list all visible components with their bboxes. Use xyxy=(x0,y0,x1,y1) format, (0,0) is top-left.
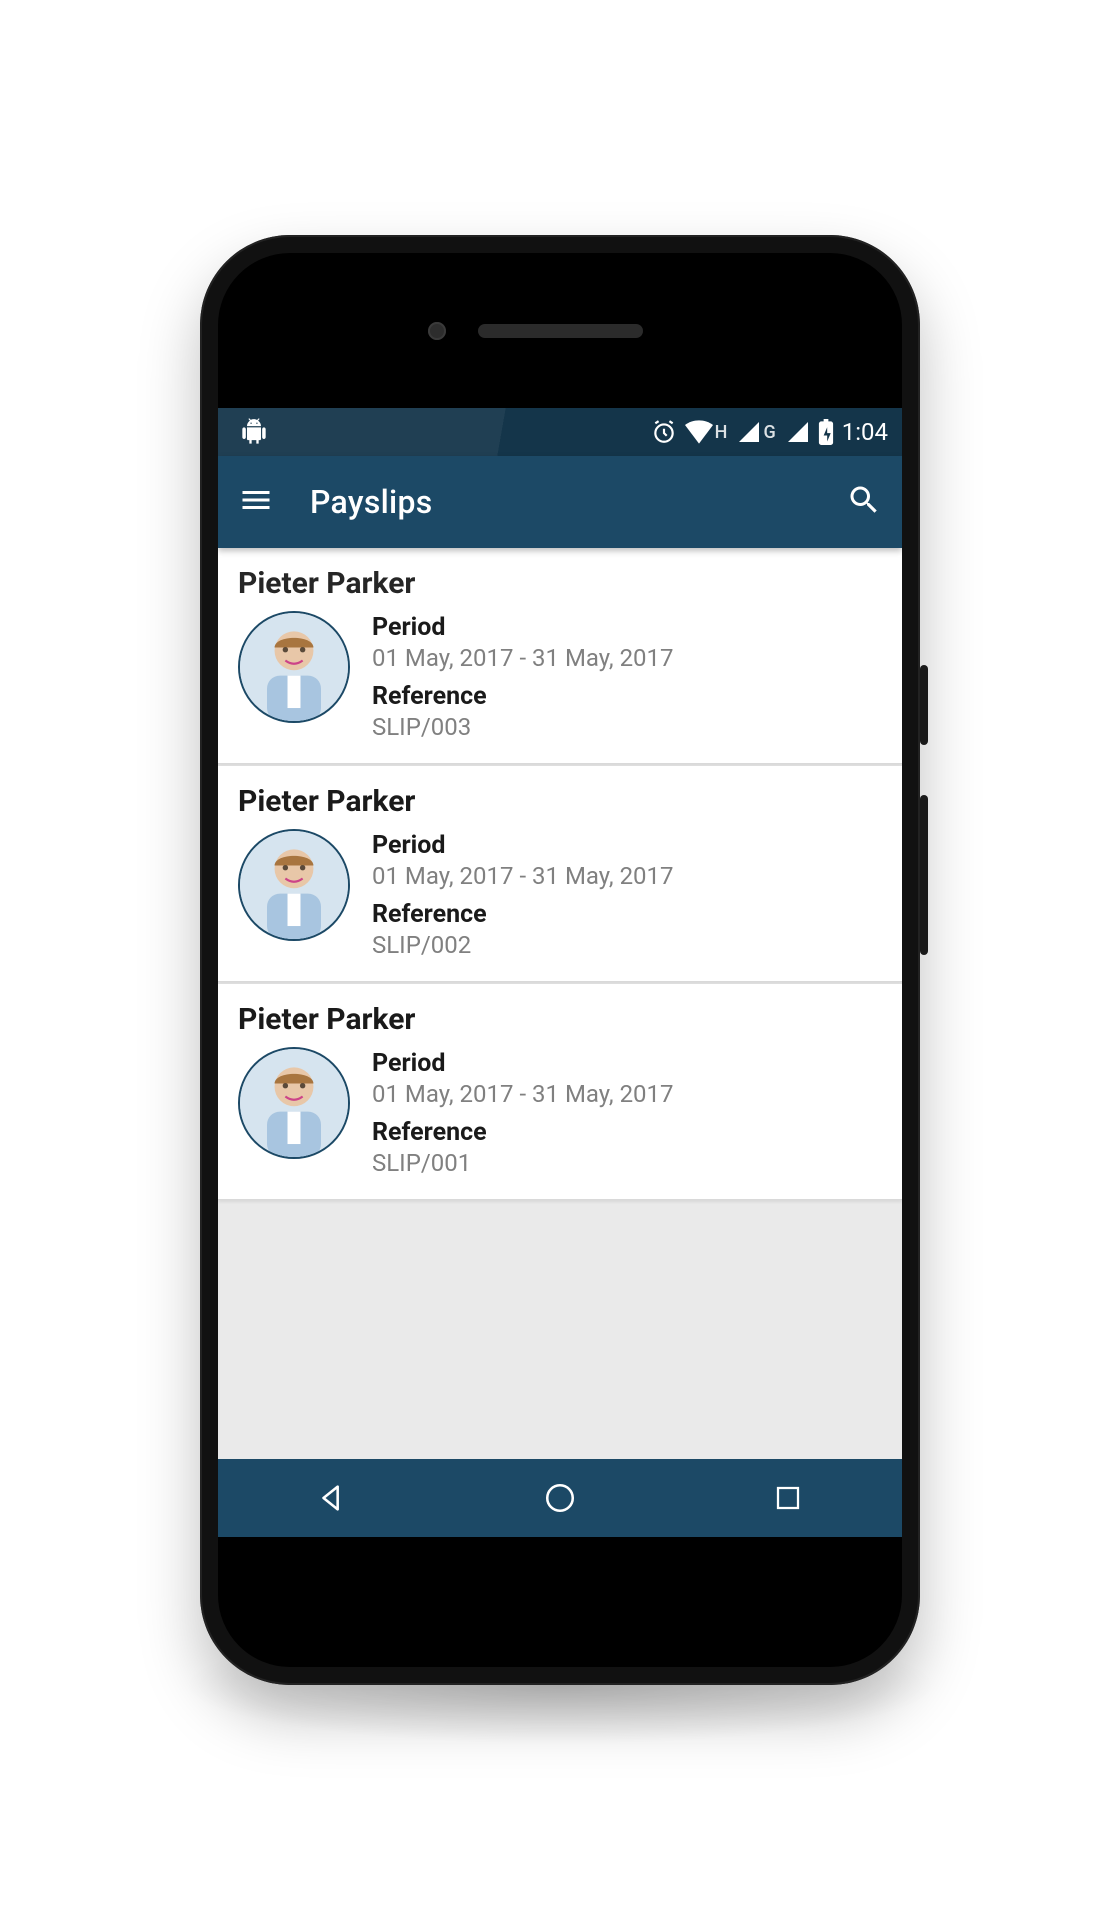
payslip-card[interactable]: Pieter Parker Period 01 May, 2017 - 31 M… xyxy=(218,984,902,1200)
reference-value: SLIP/001 xyxy=(372,1149,882,1177)
reference-label: Reference xyxy=(372,900,882,929)
bezel-top xyxy=(218,253,902,408)
recent-apps-button[interactable] xyxy=(765,1475,811,1521)
period-value: 01 May, 2017 - 31 May, 2017 xyxy=(372,644,882,672)
avatar xyxy=(238,1047,350,1159)
back-icon xyxy=(315,1481,349,1515)
bezel-bottom xyxy=(218,1537,902,1667)
period-value: 01 May, 2017 - 31 May, 2017 xyxy=(372,1080,882,1108)
payslip-meta: Period 01 May, 2017 - 31 May, 2017 Refer… xyxy=(372,829,882,959)
signal-icon-1 xyxy=(737,420,761,444)
menu-button[interactable] xyxy=(238,482,274,522)
signal-icon-2 xyxy=(786,420,810,444)
square-icon xyxy=(773,1483,803,1513)
reference-label: Reference xyxy=(372,682,882,711)
payslip-card[interactable]: Pieter Parker Period 01 May, 2017 - 31 M… xyxy=(218,766,902,982)
wifi-icon xyxy=(685,420,713,444)
reference-value: SLIP/003 xyxy=(372,713,882,741)
payslip-meta: Period 01 May, 2017 - 31 May, 2017 Refer… xyxy=(372,611,882,741)
payslip-meta: Period 01 May, 2017 - 31 May, 2017 Refer… xyxy=(372,1047,882,1177)
volume-button xyxy=(920,795,928,955)
alarm-icon xyxy=(651,419,677,445)
hamburger-icon xyxy=(238,482,274,518)
payslip-card[interactable]: Pieter Parker Period 01 May, 2017 - 31 M… xyxy=(218,548,902,764)
employee-name: Pieter Parker xyxy=(238,784,882,819)
speaker-grill xyxy=(478,324,643,338)
employee-name: Pieter Parker xyxy=(238,566,882,601)
battery-charging-icon xyxy=(818,419,834,445)
home-icon xyxy=(543,1481,577,1515)
period-label: Period xyxy=(372,613,882,642)
system-nav-bar xyxy=(218,1459,902,1537)
status-bar: H G 1:04 xyxy=(218,408,902,456)
status-time: 1:04 xyxy=(842,418,888,446)
network-type-1: H xyxy=(715,422,728,443)
period-label: Period xyxy=(372,831,882,860)
page-title: Payslips xyxy=(310,483,433,521)
network-type-2: G xyxy=(763,422,775,443)
search-icon xyxy=(846,482,882,518)
front-camera xyxy=(428,322,446,340)
avatar xyxy=(238,611,350,723)
period-value: 01 May, 2017 - 31 May, 2017 xyxy=(372,862,882,890)
search-button[interactable] xyxy=(846,482,882,522)
period-label: Period xyxy=(372,1049,882,1078)
android-icon xyxy=(240,418,268,446)
app-bar: Payslips xyxy=(218,456,902,548)
home-button[interactable] xyxy=(537,1475,583,1521)
back-button[interactable] xyxy=(309,1475,355,1521)
power-button xyxy=(920,665,928,745)
reference-value: SLIP/002 xyxy=(372,931,882,959)
reference-label: Reference xyxy=(372,1118,882,1147)
avatar xyxy=(238,829,350,941)
screen: H G 1:04 Payslips xyxy=(218,408,902,1537)
phone-frame: H G 1:04 Payslips xyxy=(200,235,920,1685)
employee-name: Pieter Parker xyxy=(238,1002,882,1037)
payslip-list: Pieter Parker Period 01 May, 2017 - 31 M… xyxy=(218,548,902,1459)
